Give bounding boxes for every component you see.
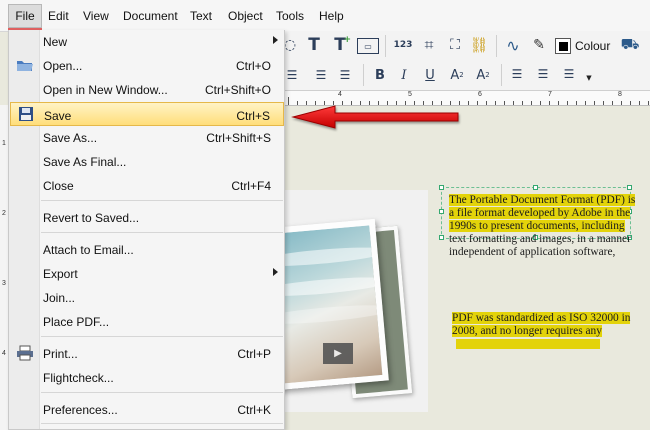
annotation-arrow (291, 105, 459, 129)
